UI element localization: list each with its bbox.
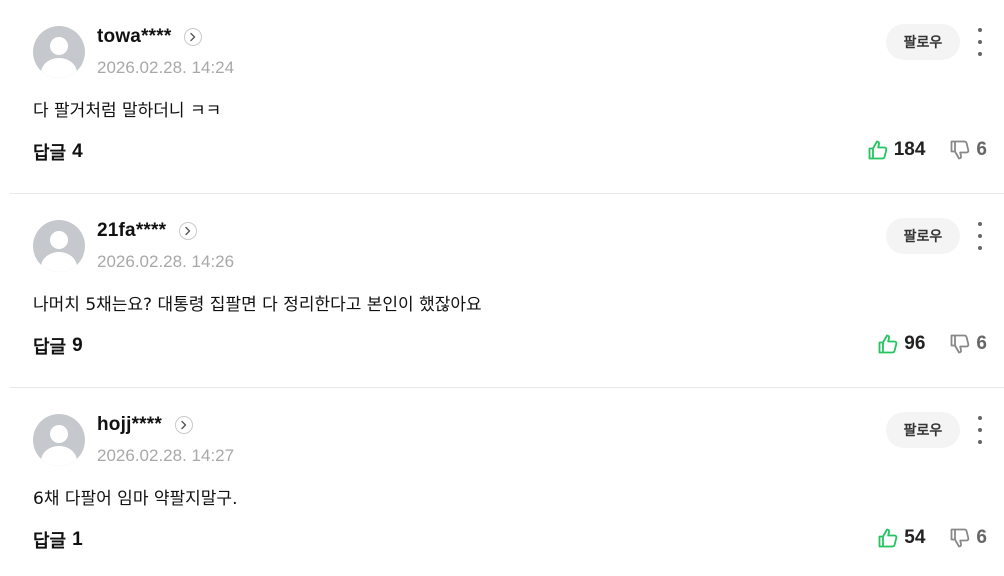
vertical-ellipsis-icon: [978, 440, 982, 444]
thumbs-down-icon: [949, 527, 971, 549]
reply-count: 4: [72, 141, 83, 162]
comment-item: towa**** 2026.02.28. 14:24 팔로우 다 팔거처럼 말하…: [0, 0, 1004, 194]
reply-count: 9: [72, 335, 83, 356]
avatar-head-shape: [50, 37, 68, 55]
chevron-right-circle-icon[interactable]: [184, 28, 203, 46]
avatar-head-shape: [50, 425, 68, 443]
follow-button[interactable]: 팔로우: [886, 218, 960, 254]
follow-button[interactable]: 팔로우: [886, 24, 960, 60]
comment-text: 다 팔거처럼 말하더니 ㅋㅋ: [33, 101, 222, 121]
reply-button[interactable]: 답글 4: [33, 140, 83, 164]
username-row: hojj****: [97, 413, 193, 437]
thumbs-up-icon: [877, 527, 899, 549]
comment-list: towa**** 2026.02.28. 14:24 팔로우 다 팔거처럼 말하…: [0, 0, 1004, 576]
more-options-button[interactable]: [972, 416, 988, 444]
reactions: 54 6: [877, 525, 987, 551]
comment-timestamp: 2026.02.28. 14:26: [97, 252, 235, 271]
comment-timestamp: 2026.02.28. 14:27: [97, 446, 235, 465]
like-count: 96: [904, 333, 926, 354]
comment-timestamp: 2026.02.28. 14:24: [97, 58, 235, 77]
thumbs-up-icon: [867, 139, 889, 161]
username[interactable]: hojj****: [97, 414, 162, 436]
reactions: 96 6: [877, 331, 987, 357]
avatar-shoulders-shape: [41, 252, 77, 272]
vertical-ellipsis-icon: [978, 52, 982, 56]
vertical-ellipsis-icon: [978, 234, 982, 238]
reply-label: 답글: [33, 143, 67, 164]
avatar[interactable]: [33, 220, 85, 272]
dislike-count: 6: [976, 139, 987, 160]
comment-text: 나머치 5채는요? 대통령 집팔면 다 정리한다고 본인이 했잖아요: [33, 295, 482, 315]
comment-item: hojj**** 2026.02.28. 14:27 팔로우 6채 다팔어 임마…: [0, 388, 1004, 576]
like-button[interactable]: 54: [877, 527, 925, 549]
vertical-ellipsis-icon: [978, 246, 982, 250]
comment-text: 6채 다팔어 임마 약팔지말구.: [33, 489, 238, 509]
comment-item: 21fa**** 2026.02.28. 14:26 팔로우 나머치 5채는요?…: [0, 194, 1004, 388]
username[interactable]: towa****: [97, 26, 171, 48]
thumbs-down-icon: [949, 333, 971, 355]
avatar-head-shape: [50, 231, 68, 249]
dislike-button[interactable]: 6: [949, 139, 987, 161]
more-options-button[interactable]: [972, 222, 988, 250]
vertical-ellipsis-icon: [978, 222, 982, 226]
reply-button[interactable]: 답글 1: [33, 528, 83, 552]
more-options-button[interactable]: [972, 28, 988, 56]
avatar-shoulders-shape: [41, 446, 77, 466]
dislike-count: 6: [976, 527, 987, 548]
like-button[interactable]: 184: [867, 139, 926, 161]
like-button[interactable]: 96: [877, 333, 925, 355]
thumbs-down-icon: [949, 139, 971, 161]
reply-label: 답글: [33, 531, 67, 552]
vertical-ellipsis-icon: [978, 40, 982, 44]
dislike-count: 6: [976, 333, 987, 354]
dislike-button[interactable]: 6: [949, 527, 987, 549]
vertical-ellipsis-icon: [978, 416, 982, 420]
username-row: 21fa****: [97, 219, 198, 243]
chevron-right-circle-icon[interactable]: [174, 416, 193, 434]
reply-button[interactable]: 답글 9: [33, 334, 83, 358]
reply-count: 1: [72, 529, 83, 550]
vertical-ellipsis-icon: [978, 28, 982, 32]
avatar[interactable]: [33, 26, 85, 78]
vertical-ellipsis-icon: [978, 428, 982, 432]
reply-label: 답글: [33, 337, 67, 358]
username[interactable]: 21fa****: [97, 220, 166, 242]
avatar-shoulders-shape: [41, 58, 77, 78]
avatar[interactable]: [33, 414, 85, 466]
reactions: 184 6: [867, 137, 987, 163]
chevron-right-circle-icon[interactable]: [179, 222, 198, 240]
like-count: 54: [904, 527, 926, 548]
thumbs-up-icon: [877, 333, 899, 355]
dislike-button[interactable]: 6: [949, 333, 987, 355]
username-row: towa****: [97, 25, 203, 49]
like-count: 184: [893, 139, 926, 160]
follow-button[interactable]: 팔로우: [886, 412, 960, 448]
